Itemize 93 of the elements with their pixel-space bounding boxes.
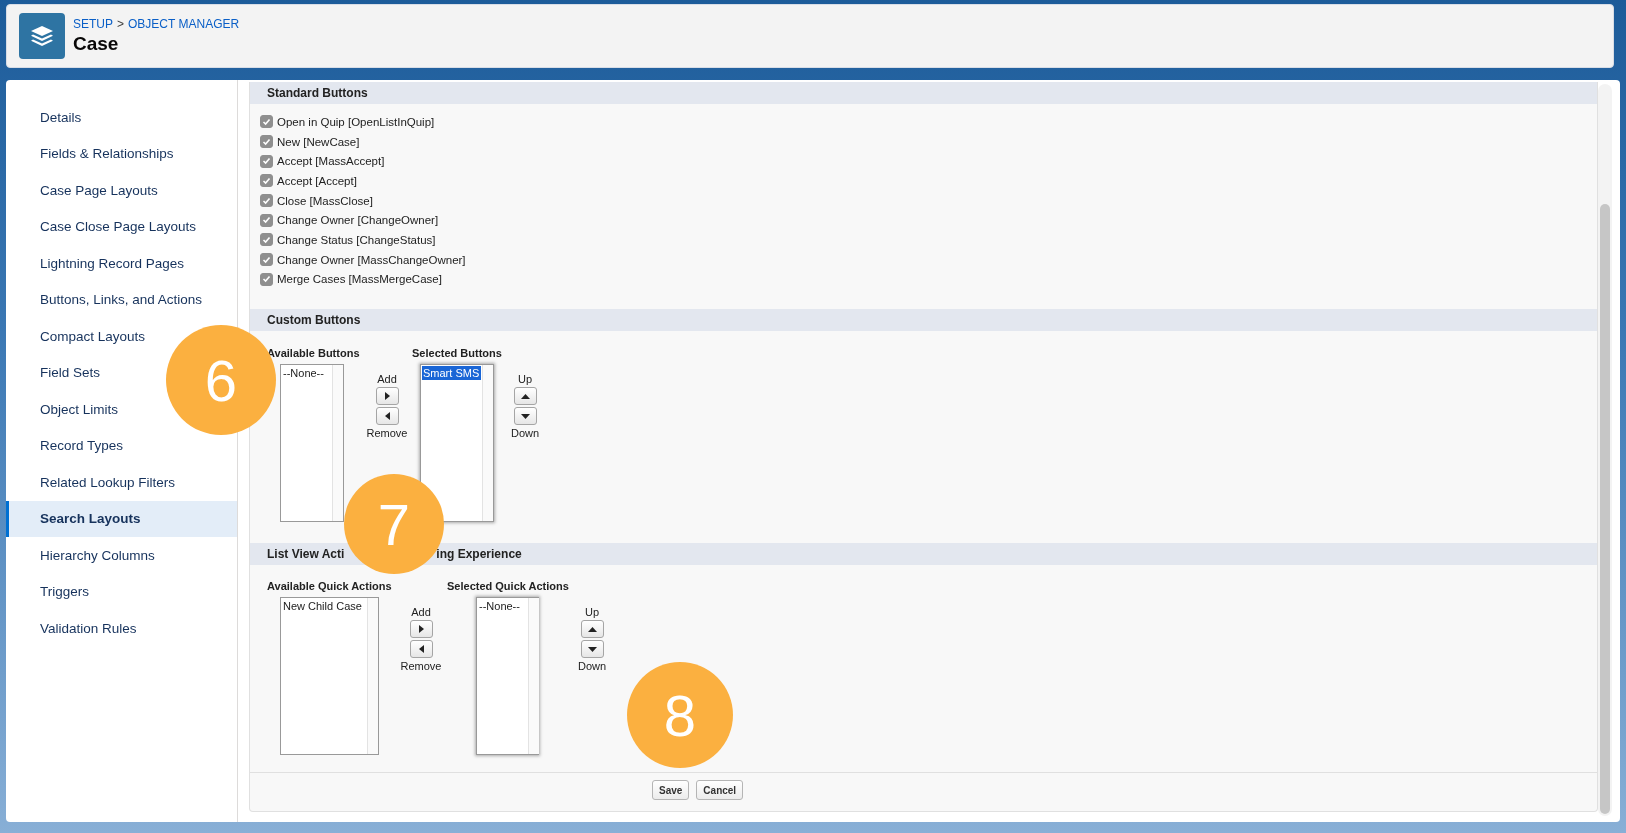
check-icon	[262, 275, 271, 284]
sidebar-item[interactable]: Case Page Layouts	[6, 172, 166, 209]
checkbox[interactable]	[260, 194, 273, 208]
footer-button[interactable]: Cancel	[696, 780, 744, 801]
scrollbar[interactable]	[1598, 84, 1612, 816]
sidebar-item[interactable]: Validation Rules	[6, 610, 145, 647]
checkbox-label: Merge Cases [MassMergeCase]	[277, 273, 442, 286]
breadcrumb-link[interactable]: OBJECT MANAGER	[128, 17, 240, 31]
list-box[interactable]: --None--	[280, 364, 344, 523]
sidebar-item[interactable]: Field Sets	[6, 354, 109, 391]
list-scrollbar[interactable]	[528, 598, 539, 755]
scrollbar-thumb[interactable]	[1600, 204, 1610, 814]
check-icon	[262, 117, 271, 126]
list-label: Available Quick Actions	[267, 580, 393, 595]
sidebar-item[interactable]: Hierarchy Columns	[6, 537, 163, 574]
add-label: Add	[377, 373, 397, 386]
triangle-up-icon	[587, 626, 597, 632]
add-button[interactable]	[375, 387, 399, 406]
list-scrollbar[interactable]	[367, 598, 378, 755]
checkbox[interactable]	[260, 272, 273, 286]
list-label: Selected Buttons	[412, 347, 503, 362]
down-label: Down	[510, 427, 540, 440]
sidebar-item[interactable]: Search Layouts	[6, 500, 237, 537]
checkbox-label: Close [MassClose]	[277, 194, 373, 207]
check-icon	[262, 157, 271, 166]
remove-label: Remove	[400, 660, 442, 673]
check-icon	[262, 255, 271, 264]
down-label: Down	[577, 660, 607, 673]
layers-icon	[19, 13, 65, 59]
triangle-up-icon	[520, 393, 530, 399]
checkbox[interactable]	[260, 154, 273, 168]
list-box[interactable]: New Child Case	[280, 597, 379, 756]
triangle-down-icon	[587, 646, 597, 652]
check-icon	[262, 235, 271, 244]
list-scrollbar[interactable]	[482, 365, 493, 522]
list-box[interactable]: --None--	[476, 597, 539, 756]
sidebar-item[interactable]: Case Close Page Layouts	[6, 208, 205, 245]
move-up-button[interactable]	[580, 620, 604, 639]
sidebar-item[interactable]: Lightning Record Pages	[6, 245, 193, 282]
checkbox[interactable]	[260, 213, 273, 227]
checkbox-label: Change Owner [MassChangeOwner]	[277, 253, 466, 266]
triangle-left-icon	[384, 412, 390, 421]
breadcrumb-separator: >	[117, 17, 125, 31]
checkbox-label: Accept [Accept]	[277, 174, 357, 187]
page-title: Case	[73, 33, 120, 55]
sidebar-item[interactable]: Fields & Relationships	[6, 135, 182, 172]
up-label: Up	[584, 606, 600, 619]
checkbox[interactable]	[260, 115, 273, 129]
sidebar-item[interactable]: Related Lookup Filters	[6, 464, 184, 501]
move-down-button[interactable]	[513, 407, 537, 426]
section-title: Standard Buttons	[267, 86, 368, 100]
checkbox-label: Accept [MassAccept]	[277, 155, 385, 168]
list-scrollbar[interactable]	[332, 365, 343, 522]
section-title: Custom Buttons	[267, 313, 361, 328]
sidebar-item[interactable]: Object Limits	[6, 391, 127, 428]
sidebar-item[interactable]: Compact Layouts	[6, 318, 154, 355]
checkbox-label: New [NewCase]	[277, 135, 360, 148]
remove-button[interactable]	[409, 640, 433, 659]
check-icon	[262, 137, 271, 146]
triangle-left-icon	[418, 645, 424, 654]
triangle-right-icon	[384, 392, 390, 401]
triangle-right-icon	[418, 625, 424, 634]
sidebar-item[interactable]: Triggers	[6, 573, 97, 610]
sidebar-item[interactable]: Details	[6, 99, 90, 136]
up-label: Up	[517, 373, 533, 386]
checkbox[interactable]	[260, 233, 273, 247]
section-title: List View Acti	[267, 547, 345, 562]
list-option[interactable]: --None--	[282, 366, 331, 381]
check-icon	[262, 196, 271, 205]
list-option[interactable]: --None--	[478, 599, 527, 614]
sidebar-item[interactable]: Record Types	[6, 427, 132, 464]
checkbox[interactable]	[260, 174, 273, 188]
checkbox[interactable]	[260, 253, 273, 267]
checkbox-label: Change Owner [ChangeOwner]	[277, 214, 439, 227]
list-label: Selected Quick Actions	[447, 580, 570, 595]
check-icon	[262, 216, 271, 225]
remove-button[interactable]	[375, 407, 399, 426]
footer-button[interactable]: Save	[652, 780, 690, 801]
list-option[interactable]: Smart SMS	[422, 366, 481, 381]
checkbox-label: Change Status [ChangeStatus]	[277, 233, 436, 246]
triangle-down-icon	[520, 413, 530, 419]
checkbox[interactable]	[260, 135, 273, 149]
checkbox-label: Open in Quip [OpenListInQuip]	[277, 115, 435, 128]
sidebar-item[interactable]: Buttons, Links, and Actions	[6, 281, 211, 318]
check-icon	[262, 176, 271, 185]
list-box[interactable]: Smart SMS	[420, 364, 494, 523]
add-label: Add	[411, 606, 431, 619]
add-button[interactable]	[409, 620, 433, 639]
breadcrumb-link[interactable]: SETUP	[73, 17, 113, 31]
list-option[interactable]: New Child Case	[282, 599, 366, 614]
move-down-button[interactable]	[580, 640, 604, 659]
remove-label: Remove	[366, 427, 408, 440]
move-up-button[interactable]	[513, 387, 537, 406]
